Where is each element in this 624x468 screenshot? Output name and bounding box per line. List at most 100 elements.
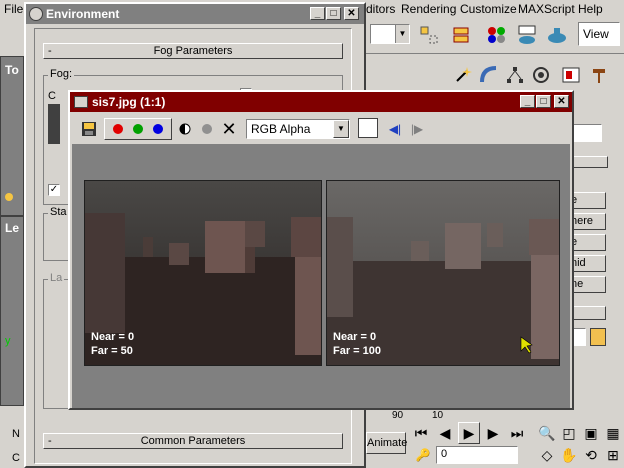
chevron-down-icon: ▼ (395, 25, 409, 43)
chevron-down-icon[interactable]: ▼ (333, 120, 349, 138)
zoom-all-icon[interactable]: ◰ (558, 422, 580, 444)
environment-window-icon (29, 7, 43, 21)
hierarchy-tab-icon[interactable] (504, 64, 526, 86)
menu-rendering[interactable]: Rendering (401, 2, 456, 16)
main-toolbar: ▼ View (366, 18, 624, 54)
go-to-end-icon[interactable]: ⏭ (506, 422, 528, 444)
near-value-left: Near = 0 (91, 331, 135, 343)
close-button[interactable]: ✕ (554, 95, 569, 108)
object-marker (5, 193, 13, 201)
color-swatch[interactable] (358, 118, 378, 138)
viewport-top-label: To (5, 63, 19, 77)
menu-help[interactable]: Help (578, 2, 603, 16)
color-label: C (48, 90, 56, 102)
menu-file[interactable]: File (4, 2, 23, 16)
render-scene-icon[interactable] (516, 24, 538, 46)
animate-button[interactable]: Animate (366, 432, 407, 454)
minimize-button[interactable]: _ (520, 95, 535, 108)
zoom-icon[interactable]: 🔍 (536, 422, 558, 444)
maximize-button[interactable]: □ (536, 95, 551, 108)
collapse-icon: - (48, 45, 52, 57)
near-value-right: Near = 0 (333, 331, 377, 343)
red-channel-icon[interactable] (113, 124, 123, 134)
viewport-top[interactable]: To (0, 56, 24, 216)
menu-maxscript[interactable]: MAXScript (518, 2, 575, 16)
key-mode-icon[interactable]: 🔑 (412, 444, 434, 466)
axis-y-label: y (5, 335, 11, 347)
animation-controls: 90 10 Animate ⏮ ◀ ▶ ▶ ⏭ 🔑 0 🔍 ◰ ▣ ▦ ◇ ✋ … (366, 410, 624, 468)
utilities-tab-icon[interactable] (588, 64, 610, 86)
zoom-extents-icon[interactable]: ▣ (580, 422, 602, 444)
common-parameters-rollout[interactable]: - Common Parameters (43, 433, 343, 449)
object-color-swatch[interactable] (590, 328, 606, 346)
select-by-region-icon[interactable] (418, 24, 440, 46)
frame-buffer-window-icon (74, 96, 88, 108)
material-editor-icon[interactable] (486, 24, 508, 46)
motion-tab-icon[interactable] (530, 64, 552, 86)
viewport-left-label: Le (5, 221, 20, 235)
display-tab-icon[interactable] (560, 64, 582, 86)
alpha-channel-icon[interactable] (174, 118, 196, 140)
menu-editors[interactable]: ditors (366, 2, 395, 16)
frame-buffer-window: sis7.jpg (1:1) _ □ ✕ ✕ RGB Alpha ▼ ◀| |▶ (68, 90, 574, 410)
render-panel-right: Near = 0 Far = 100 (326, 180, 560, 366)
menu-customize[interactable]: Customize (460, 2, 517, 16)
create-tab-icon[interactable] (452, 64, 474, 86)
far-value-left: Far = 50 (91, 345, 133, 357)
layered-group-label: La (48, 272, 65, 284)
history-back-icon[interactable]: ◀| (384, 118, 406, 140)
zoom-extents-all-icon[interactable]: ▦ (602, 422, 624, 444)
quick-render-icon[interactable] (546, 24, 568, 46)
common-parameters-label: Common Parameters (140, 435, 246, 447)
fog-color-swatch[interactable] (48, 104, 60, 144)
field-of-view-icon[interactable]: ◇ (536, 444, 558, 466)
maximize-button[interactable]: □ (326, 7, 341, 20)
maximize-viewport-icon[interactable]: ⊞ (602, 444, 624, 466)
history-forward-icon[interactable]: |▶ (406, 118, 428, 140)
selection-filter-dropdown[interactable]: ▼ (370, 24, 410, 44)
fog-parameters-rollout[interactable]: - Fog Parameters (43, 43, 343, 59)
time-ruler-90: 90 (392, 410, 404, 421)
previous-frame-icon[interactable]: ◀ (434, 422, 456, 444)
viewport-left[interactable]: Le y (0, 216, 24, 406)
align-icon[interactable] (450, 24, 472, 46)
time-ruler-10: 10 (432, 410, 444, 421)
green-channel-icon[interactable] (133, 124, 143, 134)
go-to-start-icon[interactable]: ⏮ (410, 422, 432, 444)
render-panel-left: Near = 0 Far = 50 (84, 180, 322, 366)
fog-parameters-label: Fog Parameters (153, 45, 233, 57)
exponential-checkbox[interactable]: ✓ (48, 184, 60, 196)
environment-title: Environment (46, 7, 120, 21)
standard-group-label: Sta (48, 206, 69, 218)
name-color-rollout[interactable] (570, 306, 606, 320)
display-channel-value: RGB Alpha (251, 122, 311, 136)
close-button[interactable]: ✕ (344, 7, 359, 20)
channel-toggle-group (104, 118, 172, 140)
left-strip-label-c: C (12, 452, 20, 464)
fog-group-label: Fog: (48, 68, 75, 80)
blue-channel-icon[interactable] (153, 124, 163, 134)
arc-rotate-icon[interactable]: ⟲ (580, 444, 602, 466)
command-panel-tabs (366, 56, 624, 92)
monochrome-icon[interactable] (196, 118, 218, 140)
command-panel (572, 92, 624, 412)
frame-buffer-titlebar[interactable]: sis7.jpg (1:1) _ □ ✕ (70, 92, 572, 112)
render-type-select[interactable]: View (578, 22, 620, 46)
rollout-header[interactable] (572, 156, 608, 168)
pan-icon[interactable]: ✋ (558, 444, 580, 466)
environment-titlebar[interactable]: Environment _ □ ✕ (26, 4, 364, 24)
clear-icon[interactable]: ✕ (218, 118, 240, 140)
current-frame-field[interactable]: 0 (436, 446, 518, 464)
object-type-dropdown[interactable] (572, 124, 602, 142)
far-value-right: Far = 100 (333, 345, 382, 357)
display-channel-select[interactable]: RGB Alpha ▼ (246, 119, 350, 139)
frame-buffer-toolbar: ✕ RGB Alpha ▼ ◀| |▶ (70, 112, 572, 146)
save-icon[interactable] (78, 118, 100, 140)
modify-tab-icon[interactable] (478, 64, 500, 86)
frame-buffer-title: sis7.jpg (1:1) (92, 95, 166, 109)
next-frame-icon[interactable]: ▶ (482, 422, 504, 444)
name-field[interactable] (572, 328, 586, 346)
minimize-button[interactable]: _ (310, 7, 325, 20)
play-icon[interactable]: ▶ (458, 422, 480, 444)
render-canvas: Near = 0 Far = 50 Near = 0 Far = 100 (72, 144, 570, 408)
